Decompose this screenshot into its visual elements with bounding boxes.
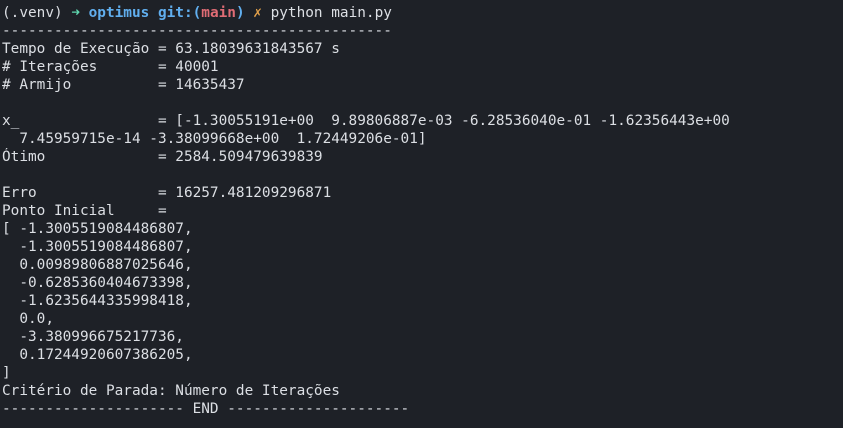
- output-line: # Iterações = 40001: [2, 59, 219, 75]
- output-line: -1.6235644335998418,: [2, 293, 193, 309]
- git-label-open: git:(: [157, 5, 202, 21]
- output-line: -1.3005519084486807,: [2, 239, 193, 255]
- output-line: 0.17244920607386205,: [2, 347, 193, 363]
- output-line: 0.0,: [2, 311, 54, 327]
- git-dirty-icon: ✗: [244, 5, 271, 21]
- venv-label: (.venv): [2, 5, 72, 21]
- prompt-line: (.venv) ➜ optimus git:(main) ✗ python ma…: [2, 4, 843, 22]
- output-line: ]: [2, 365, 11, 381]
- output-line: 7.45959715e-14 -3.38099668e+00 1.7244920…: [2, 131, 427, 147]
- git-label-close: ): [235, 5, 245, 21]
- output-line: Ponto Inicial =: [2, 203, 167, 219]
- output-line: [ -1.3005519084486807,: [2, 221, 193, 237]
- output-line: -0.6285360404673398,: [2, 275, 193, 291]
- output-line: x_ = [-1.30055191e+00 9.89806887e-03 -6.…: [2, 113, 730, 129]
- output-line: -3.380996675217736,: [2, 329, 184, 345]
- output-line: Critério de Parada: Número de Iterações: [2, 383, 340, 399]
- terminal-window[interactable]: (.venv) ➜ optimus git:(main) ✗ python ma…: [0, 0, 843, 428]
- prompt-arrow-icon: ➜: [71, 5, 89, 21]
- git-branch: main: [201, 5, 236, 21]
- output-line: --------------------- END --------------…: [2, 401, 410, 417]
- output-line: Ótimo = 2584.509479639839: [2, 149, 323, 165]
- command-text: python main.py: [270, 5, 392, 21]
- output-line: Erro = 16257.481209296871: [2, 185, 332, 201]
- output-line: # Armijo = 14635437: [2, 77, 245, 93]
- output-line: Tempo de Execução = 63.18039631843567 s: [2, 41, 340, 57]
- output-line: ----------------------------------------…: [2, 23, 392, 39]
- prompt-directory: optimus: [88, 5, 158, 21]
- output-line: 0.00989806887025646,: [2, 257, 193, 273]
